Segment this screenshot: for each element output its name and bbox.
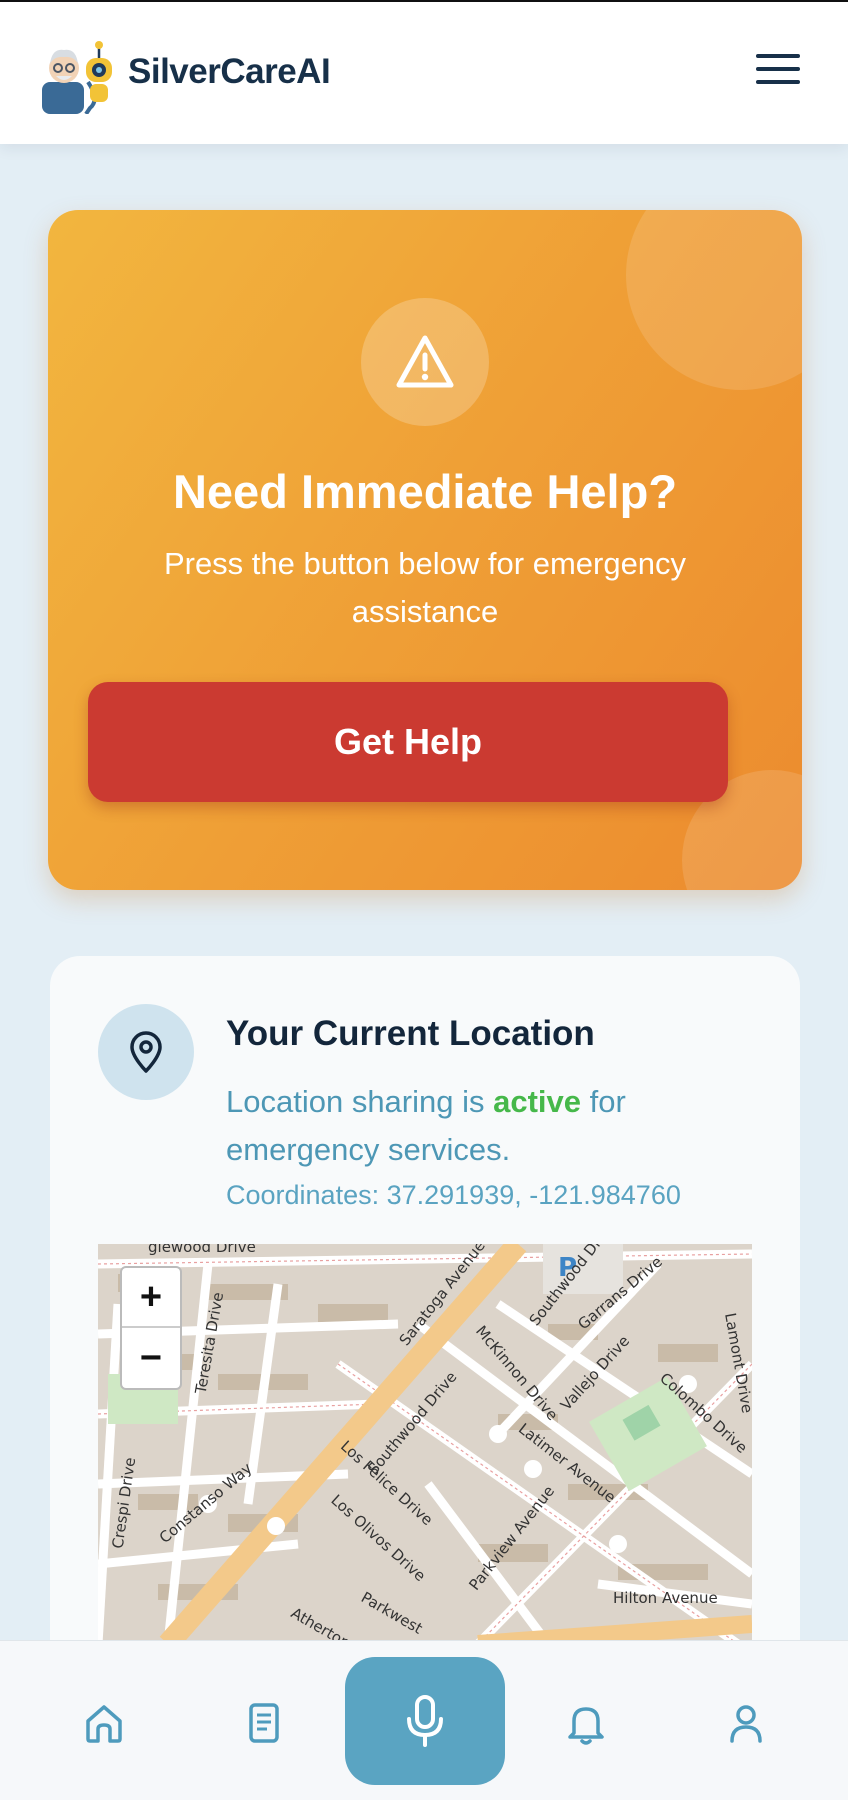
microphone-button[interactable] [345, 1657, 505, 1785]
journal-icon[interactable] [240, 1699, 288, 1747]
map-street-label: glewood Drive [148, 1244, 256, 1256]
location-title: Your Current Location [226, 1014, 595, 1053]
emergency-card: Need Immediate Help? Press the button be… [48, 210, 802, 890]
app-name: SilverCareAI [128, 52, 331, 91]
zoom-out-button[interactable]: − [122, 1328, 180, 1388]
zoom-in-button[interactable]: + [122, 1268, 180, 1328]
location-pin-icon [98, 1004, 194, 1100]
emergency-title: Need Immediate Help? [172, 465, 678, 518]
emergency-subtitle: Press the button below for emergency ass… [163, 546, 687, 629]
hamburger-menu-icon[interactable] [756, 54, 800, 90]
bell-icon[interactable] [562, 1699, 610, 1747]
location-map[interactable]: P glewood Drive Saratoga Avenue Southwoo… [98, 1244, 752, 1644]
home-icon[interactable] [80, 1699, 128, 1747]
microphone-icon [407, 1695, 443, 1747]
app-header: SilverCareAI [0, 2, 848, 144]
map-street-label: Hilton Avenue [613, 1589, 718, 1607]
bottom-navigation [0, 1640, 848, 1800]
logo-icon [42, 41, 112, 114]
sharing-prefix: Location sharing is [226, 1084, 494, 1119]
get-help-button[interactable]: Get Help [88, 682, 728, 802]
user-icon[interactable] [722, 1699, 770, 1747]
warning-icon [361, 298, 489, 426]
sharing-status: active [493, 1084, 582, 1119]
coordinates-text: Coordinates: 37.291939, -121.984760 [226, 1180, 681, 1210]
map-zoom-control: + − [120, 1266, 182, 1390]
decorative-circle [626, 210, 802, 390]
location-sharing-text: Location sharing is active for emergency… [226, 1078, 746, 1174]
